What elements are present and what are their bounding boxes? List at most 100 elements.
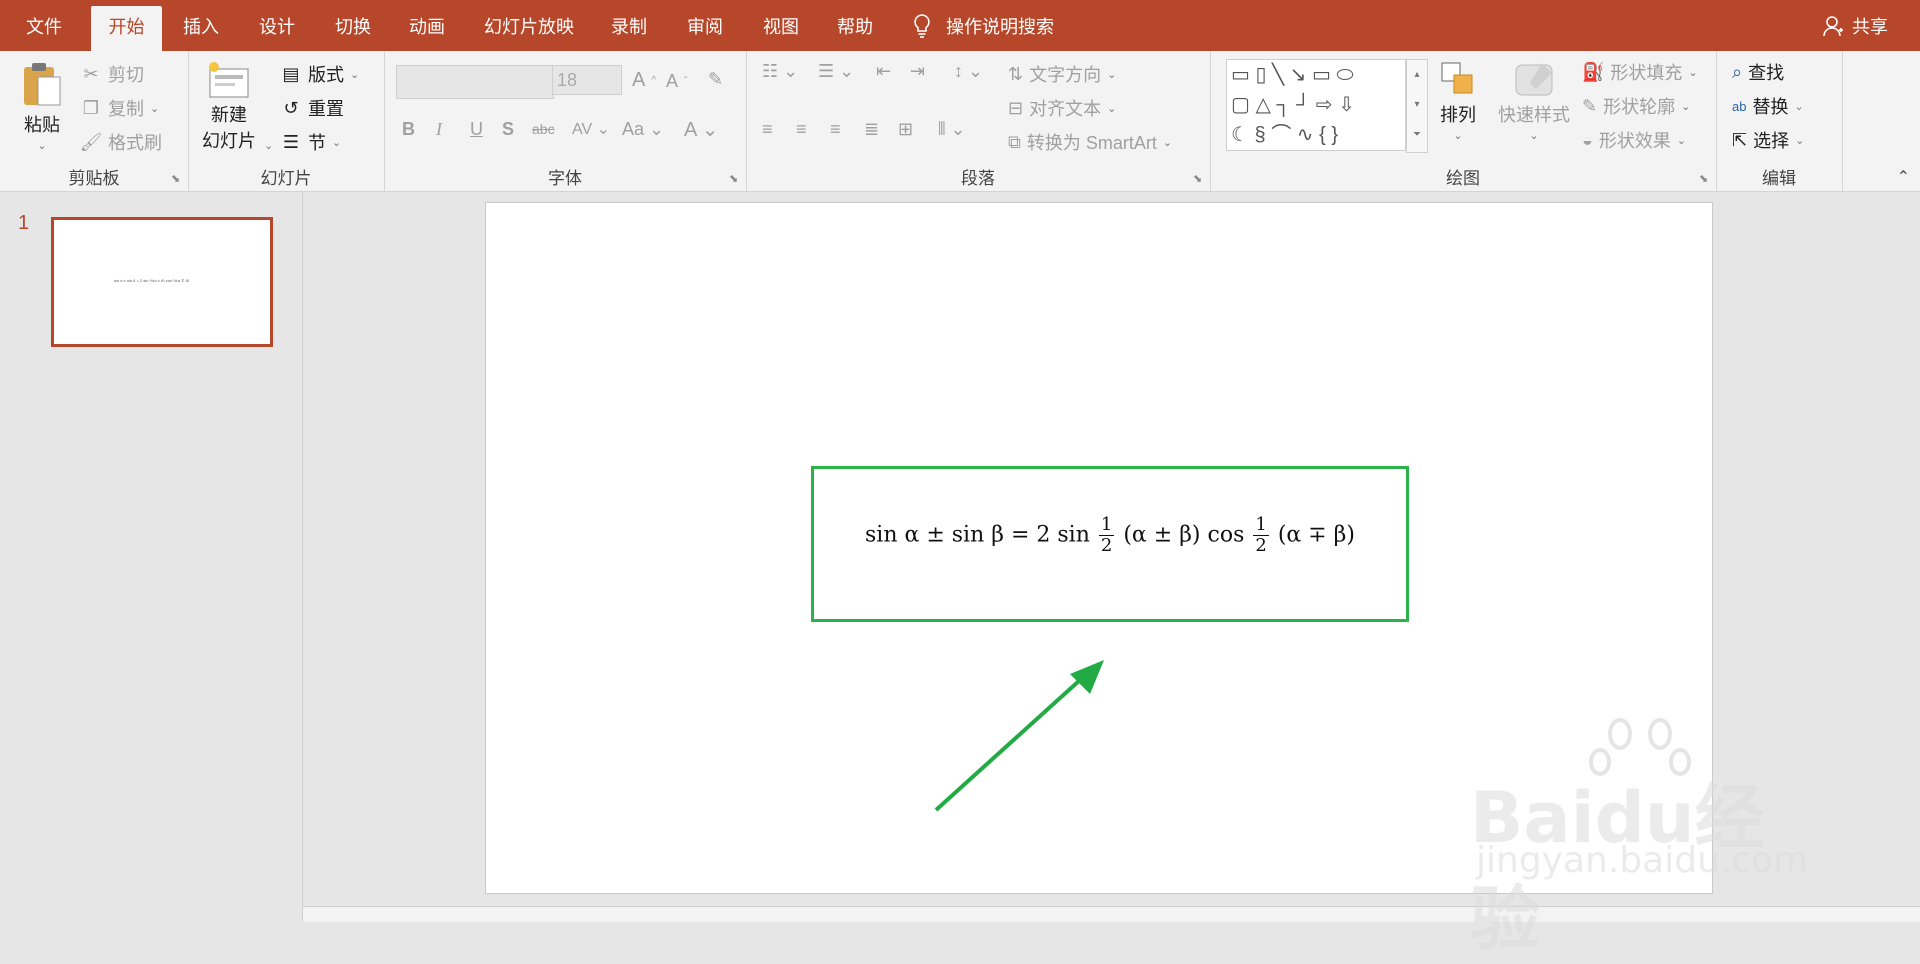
- shape-effects-button[interactable]: ◒ 形状效果 ⌄: [1582, 127, 1686, 153]
- decrease-indent-button[interactable]: ⇤: [876, 61, 891, 82]
- oval-icon: ⬭: [1336, 64, 1354, 86]
- clear-format-icon[interactable]: ✎: [708, 69, 723, 90]
- tab-transitions[interactable]: 切换: [320, 0, 386, 51]
- layout-label: 版式: [308, 65, 344, 85]
- align-center-button[interactable]: ≡: [796, 119, 807, 140]
- fraction-numerator: 1: [1253, 514, 1269, 536]
- tell-me-search[interactable]: 操作说明搜索: [912, 0, 1054, 51]
- fraction-numerator: 1: [1098, 514, 1115, 536]
- tab-file[interactable]: 文件: [0, 0, 88, 51]
- tab-home[interactable]: 开始: [91, 6, 162, 51]
- dialog-launcher-icon[interactable]: ⬊: [1193, 173, 1205, 185]
- notes-pane[interactable]: [303, 906, 1920, 922]
- distributed-button[interactable]: ⊞: [898, 119, 913, 140]
- chevron-down-icon: ⌄: [1107, 68, 1117, 81]
- line-icon: ╲: [1272, 64, 1285, 86]
- reset-button[interactable]: ↺ 重置: [280, 95, 344, 121]
- equation-part-2: (α ± β) cos: [1123, 522, 1245, 548]
- chevron-down-icon: ⌄: [37, 140, 47, 152]
- ribbon-home: 粘贴 ⌄ ✂ 剪切 ❐ 复制 ⌄ 🖌 格式刷 剪贴板 ⬊ 新建 幻灯片 ⌄ ▤ …: [0, 51, 1920, 192]
- bullets-button[interactable]: ☷ ⌄: [762, 61, 798, 82]
- shape-fill-label: 形状填充: [1610, 63, 1683, 83]
- align-left-button[interactable]: ≡: [762, 119, 773, 140]
- shape-fill-button[interactable]: ⛽ 形状填充 ⌄: [1582, 59, 1698, 85]
- tab-record[interactable]: 录制: [596, 0, 662, 51]
- font-color-button[interactable]: A ⌄: [684, 117, 719, 142]
- convert-smartart-button[interactable]: ⧉ 转换为 SmartArt ⌄: [1008, 129, 1172, 155]
- char-spacing-button[interactable]: AV ⌄: [572, 119, 610, 139]
- tab-help[interactable]: 帮助: [822, 0, 888, 51]
- tab-slideshow[interactable]: 幻灯片放映: [474, 0, 584, 51]
- find-button[interactable]: ⌕ 查找: [1732, 59, 1784, 85]
- underline-button[interactable]: U: [470, 119, 483, 140]
- cut-button[interactable]: ✂ 剪切: [80, 61, 144, 87]
- slide-thumbnail[interactable]: sin α ± sin β = 2 sin ½(α ± β) cos ½(α ∓…: [51, 217, 273, 347]
- bold-button[interactable]: B: [402, 119, 415, 140]
- increase-indent-button[interactable]: ⇥: [910, 61, 925, 82]
- tab-view[interactable]: 视图: [748, 0, 814, 51]
- text-direction-button[interactable]: ⇅ 文字方向 ⌄: [1008, 61, 1116, 87]
- quick-styles-label: 快速样式: [1498, 105, 1570, 125]
- line-spacing-button[interactable]: ↕ ⌄: [954, 61, 983, 82]
- chevron-down-icon: ⌄: [1107, 102, 1117, 115]
- copy-icon: ❐: [82, 97, 100, 118]
- font-size-input[interactable]: [552, 65, 622, 95]
- shapes-gallery[interactable]: ▭ ▯ ╲ ↘ ▭ ⬭ ▢ △ ┐ ┘ ⇨ ⇩ ☾ § ⌒ ∿ { }: [1226, 59, 1406, 151]
- left-brace-icon: {: [1319, 124, 1326, 146]
- tab-animations[interactable]: 动画: [394, 0, 460, 51]
- elbow-arrow-icon: ┘: [1296, 94, 1311, 116]
- pen-icon: ✎: [1582, 95, 1598, 116]
- paste-button[interactable]: 粘贴 ⌄: [20, 59, 64, 152]
- chevron-down-icon: ⌄: [1529, 130, 1539, 142]
- share-button[interactable]: 共享: [1822, 0, 1888, 51]
- arrange-button[interactable]: 排列 ⌄: [1438, 59, 1478, 142]
- textbox-icon: ▭: [1231, 64, 1250, 86]
- font-name-input[interactable]: [396, 65, 554, 99]
- replace-button[interactable]: ab 替换 ⌄: [1732, 93, 1804, 119]
- lightbulb-icon: [914, 13, 930, 38]
- collapse-ribbon-icon[interactable]: ⌃: [1897, 167, 1910, 187]
- italic-button[interactable]: I: [436, 119, 442, 140]
- tab-insert[interactable]: 插入: [168, 0, 234, 51]
- select-button[interactable]: ⇱ 选择 ⌄: [1732, 127, 1804, 153]
- freeform-icon: ☾: [1231, 124, 1249, 146]
- strikethrough-button[interactable]: abc: [532, 121, 555, 137]
- thumbnail-equation: sin α ± sin β = 2 sin ½(α ± β) cos ½(α ∓…: [114, 278, 190, 282]
- shadow-button[interactable]: S: [502, 119, 514, 140]
- tab-review[interactable]: 审阅: [672, 0, 738, 51]
- group-slides: 新建 幻灯片 ⌄ ▤ 版式 ⌄ ↺ 重置 ☰ 节 ⌄ 幻灯片: [188, 51, 385, 191]
- format-painter-button[interactable]: 🖌 格式刷: [80, 129, 162, 155]
- elbow-connector-icon: ┐: [1276, 94, 1291, 116]
- change-case-button[interactable]: Aa ⌄: [622, 119, 664, 140]
- align-text-button[interactable]: ⊟ 对齐文本 ⌄: [1008, 95, 1116, 121]
- chevron-down-icon: ⌄: [350, 68, 360, 81]
- share-label: 共享: [1852, 16, 1888, 37]
- new-slide-button[interactable]: 新建 幻灯片: [202, 59, 256, 153]
- arrange-icon: [1441, 62, 1473, 94]
- align-text-icon: ⊟: [1008, 97, 1024, 118]
- copy-button[interactable]: ❐ 复制 ⌄: [80, 95, 159, 121]
- align-right-button[interactable]: ≡: [830, 119, 841, 140]
- numbering-button[interactable]: ☰ ⌄: [818, 61, 854, 82]
- chevron-down-icon: ⌄: [1453, 130, 1463, 142]
- new-slide-icon: [209, 62, 249, 98]
- gallery-scroll[interactable]: ▴ ▾ ⏷: [1406, 59, 1428, 153]
- dialog-launcher-icon[interactable]: ⬊: [729, 173, 741, 185]
- ribbon-tab-bar: 文件 开始 插入 设计 切换 动画 幻灯片放映 录制 审阅 视图 帮助 操作说明…: [0, 0, 1920, 51]
- equation-textbox[interactable]: sin α ± sin β = 2 sin 1 2 (α ± β) cos 1 …: [811, 466, 1409, 622]
- text-direction-icon: ⇅: [1008, 63, 1024, 84]
- layout-icon: ▤: [282, 63, 300, 84]
- fraction-denominator: 2: [1255, 535, 1267, 556]
- layout-button[interactable]: ▤ 版式 ⌄: [280, 61, 359, 87]
- shrink-font-button[interactable]: Aˇ: [666, 71, 687, 92]
- justify-button[interactable]: ≣: [864, 119, 879, 140]
- shape-outline-button[interactable]: ✎ 形状轮廓 ⌄: [1582, 93, 1690, 119]
- section-button[interactable]: ☰ 节 ⌄: [280, 129, 341, 155]
- columns-button[interactable]: ⫴ ⌄: [938, 119, 966, 140]
- quick-styles-button[interactable]: 快速样式 ⌄: [1498, 59, 1570, 142]
- dialog-launcher-icon[interactable]: ⬊: [171, 173, 183, 185]
- tab-design[interactable]: 设计: [244, 0, 310, 51]
- grow-font-button[interactable]: A ^: [632, 69, 656, 92]
- dialog-launcher-icon[interactable]: ⬊: [1699, 173, 1711, 185]
- reset-label: 重置: [308, 99, 344, 119]
